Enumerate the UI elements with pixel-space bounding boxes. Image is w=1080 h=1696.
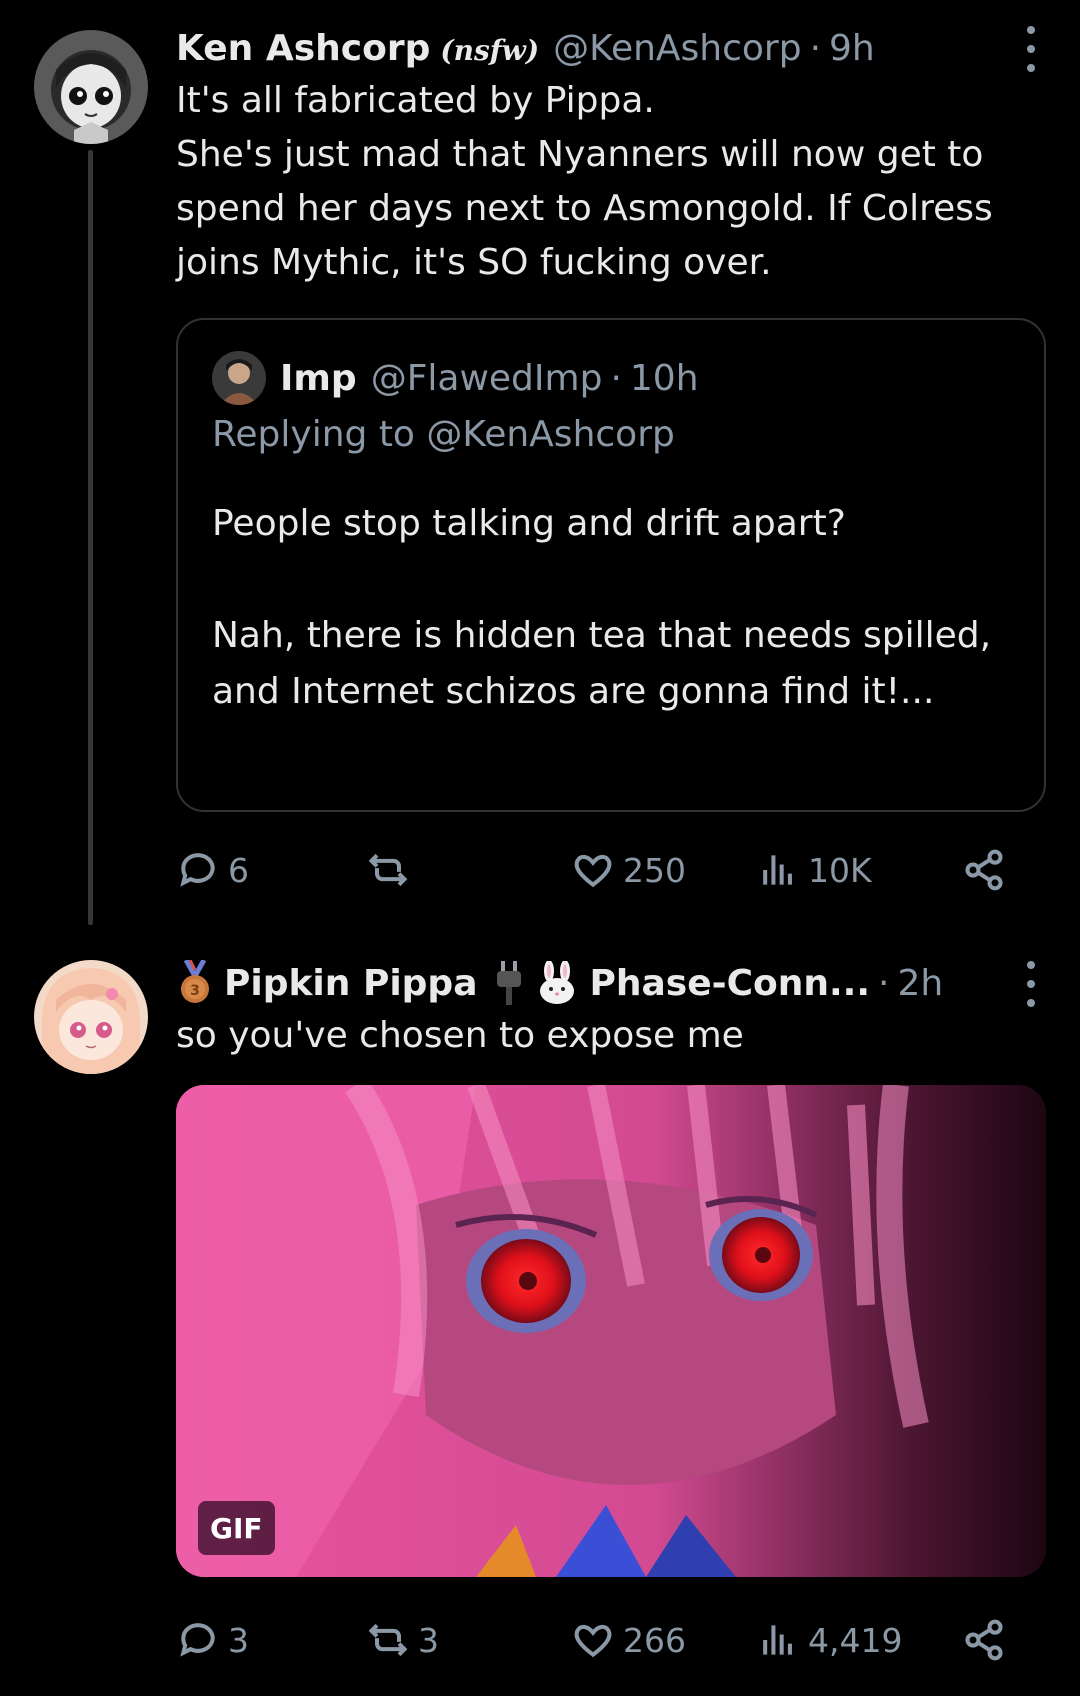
heart-icon: [574, 854, 612, 888]
repost-count: 3: [418, 1620, 439, 1660]
timeline: Ken Ashcorp (nsfw) @KenAshcorp · 9h It's…: [0, 0, 1080, 1696]
like-count: 250: [623, 850, 686, 890]
tweet-header: 3 Pipkin Pippa Phase-Conn... · 2h: [176, 957, 1046, 1009]
views-button[interactable]: 4,419: [756, 1610, 902, 1670]
separator-dot: ·: [610, 357, 622, 399]
like-button[interactable]: 250: [571, 840, 686, 900]
quote-text: People stop talking and drift apart? Nah…: [212, 503, 992, 712]
tweet-text: so you've chosen to expose me: [176, 1015, 744, 1056]
tweet-text: It's all fabricated by Pippa. She's just…: [176, 80, 993, 283]
name-suffix: (nsfw): [440, 33, 540, 67]
views-icon: [763, 855, 792, 885]
share-button[interactable]: [962, 840, 1006, 900]
gif-badge: GIF: [198, 1501, 275, 1555]
timestamp[interactable]: 2h: [897, 963, 943, 1004]
anime-girl-gif-image: [176, 1085, 1046, 1577]
repost-icon: [368, 853, 408, 887]
thread-line: [88, 150, 93, 925]
repost-icon: [368, 1623, 408, 1657]
repost-button[interactable]: [366, 840, 418, 900]
plug-icon: [494, 961, 524, 1005]
views-count: 10K: [808, 850, 872, 890]
reply-count: 3: [228, 1620, 249, 1660]
svg-text:3: 3: [190, 983, 200, 999]
separator-dot: ·: [878, 962, 890, 1004]
tweet-content: Ken Ashcorp (nsfw) @KenAshcorp · 9h It's…: [176, 22, 1046, 290]
timestamp[interactable]: 9h: [829, 28, 875, 69]
repost-button[interactable]: 3: [366, 1610, 439, 1670]
display-name[interactable]: Ken Ashcorp: [176, 28, 430, 69]
reply-button[interactable]: 6: [176, 840, 249, 900]
tweet-content: 3 Pipkin Pippa Phase-Conn... · 2h so you…: [176, 957, 1046, 1063]
bronze-medal-icon: 3: [176, 960, 214, 1006]
heart-icon: [574, 1624, 612, 1658]
share-icon: [965, 1619, 1003, 1661]
share-icon: [965, 849, 1003, 891]
action-bar: 3 3 266 4,419: [176, 1610, 1026, 1670]
views-button[interactable]: 10K: [756, 840, 872, 900]
views-count: 4,419: [808, 1620, 903, 1660]
tweet-header: Ken Ashcorp (nsfw) @KenAshcorp · 9h: [176, 22, 1046, 74]
display-name[interactable]: Imp: [280, 358, 357, 399]
reply-count: 6: [228, 850, 249, 890]
rabbit-icon: [536, 961, 578, 1005]
more-icon[interactable]: [1016, 961, 1046, 1007]
quote-tweet[interactable]: Imp @FlawedImp · 10h Replying to @KenAsh…: [176, 318, 1046, 812]
timestamp: 10h: [629, 357, 699, 399]
reply-icon: [180, 853, 215, 887]
like-count: 266: [623, 1620, 686, 1660]
handle[interactable]: @KenAshcorp: [553, 28, 801, 69]
handle[interactable]: @FlawedImp: [371, 358, 603, 399]
tweet-ken-ashcorp[interactable]: Ken Ashcorp (nsfw) @KenAshcorp · 9h It's…: [0, 0, 1080, 945]
action-bar: 6 250 10K: [176, 840, 1026, 900]
quote-header: Imp @FlawedImp · 10h: [212, 350, 699, 406]
views-icon: [763, 1625, 792, 1655]
more-icon[interactable]: [1016, 26, 1046, 72]
avatar[interactable]: [34, 30, 148, 144]
avatar: [212, 351, 266, 405]
reply-button[interactable]: 3: [176, 1610, 249, 1670]
separator-dot: ·: [809, 27, 822, 69]
like-button[interactable]: 266: [571, 1610, 686, 1670]
display-name[interactable]: Pipkin Pippa: [224, 963, 478, 1004]
display-name-tail[interactable]: Phase-Conn...: [590, 963, 871, 1004]
reply-icon: [180, 1623, 215, 1657]
share-button[interactable]: [962, 1610, 1006, 1670]
avatar[interactable]: [34, 960, 148, 1074]
tweet-pipkin-pippa[interactable]: 3 Pipkin Pippa Phase-Conn... · 2h so you…: [0, 945, 1080, 1695]
replying-to[interactable]: Replying to @KenAshcorp: [212, 414, 675, 455]
gif-media[interactable]: GIF: [176, 1085, 1046, 1577]
